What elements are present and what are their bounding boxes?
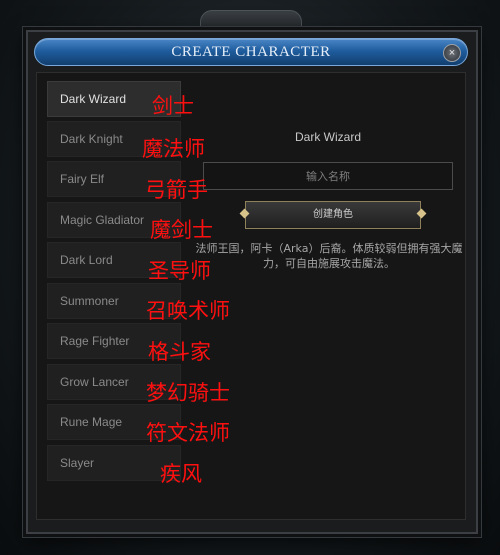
class-label: Rage Fighter [60,334,130,348]
class-annotation: 魔法师 [142,137,205,161]
class-label: Magic Gladiator [60,213,145,227]
create-character-window: CREATE CHARACTER × Dark Wizard Dark Knig… [26,30,478,534]
class-annotation: 梦幻骑士 [146,381,230,405]
class-label: Dark Lord [60,253,113,267]
class-annotation: 弓箭手 [145,178,208,202]
class-annotation: 疾风 [160,462,202,486]
class-annotation: 圣导师 [148,259,211,283]
class-label: Slayer [60,456,95,470]
title-bar: CREATE CHARACTER × [34,38,468,66]
class-label: Summoner [60,294,119,308]
class-label: Fairy Elf [60,172,105,186]
class-label: Rune Mage [60,415,123,429]
class-label: Grow Lancer [60,375,129,389]
character-name-input[interactable] [203,162,453,190]
class-annotation: 魔剑士 [150,218,213,242]
class-annotation: 召唤术师 [146,299,230,323]
create-character-button[interactable]: 创建角色 [245,201,421,229]
class-annotation: 剑士 [152,94,194,118]
selected-class-name: Dark Wizard [294,130,361,144]
close-button[interactable]: × [443,44,461,62]
content-panel: Dark Wizard Dark Knight Fairy Elf Magic … [36,72,466,520]
class-description: 法师王国，阿卡（Arka）后裔。体质较弱但拥有强大魔力，可自由施展攻击魔法。 [195,242,463,270]
window-title: CREATE CHARACTER [171,44,331,60]
class-label: Dark Knight [60,132,123,146]
class-annotation: 格斗家 [148,340,211,364]
class-annotation: 符文法师 [146,421,230,445]
class-label: Dark Wizard [60,92,127,106]
